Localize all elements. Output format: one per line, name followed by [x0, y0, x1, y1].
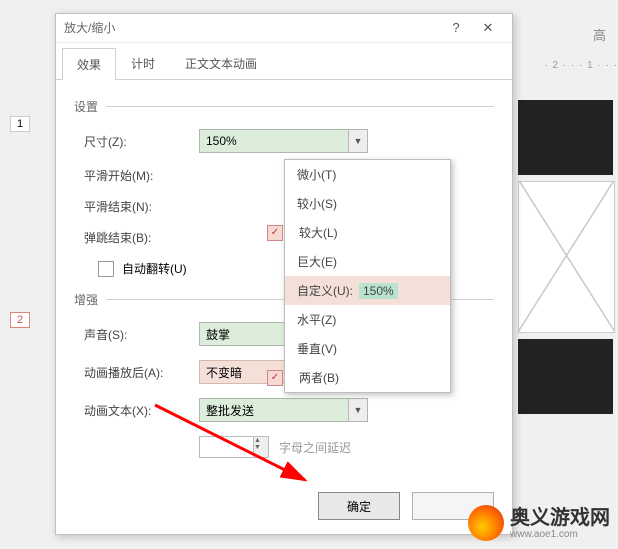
- help-button[interactable]: ?: [440, 14, 472, 42]
- check-icon: ✓: [267, 225, 283, 241]
- bounce-end-label: 弹跳结束(B):: [74, 229, 199, 246]
- ok-button[interactable]: 确定: [318, 492, 400, 520]
- sound-label: 声音(S):: [74, 326, 199, 343]
- dialog-title: 放大/缩小: [64, 14, 440, 42]
- dd-item-huge[interactable]: 巨大(E): [285, 247, 450, 276]
- section-enhance-label: 增强: [74, 291, 98, 308]
- chevron-down-icon: ▼: [348, 130, 367, 152]
- row-animtext: 动画文本(X): 整批发送 ▼: [74, 398, 494, 422]
- spinner-icon[interactable]: ▲▼: [253, 437, 268, 457]
- dd-item-horizontal[interactable]: 水平(Z): [285, 305, 450, 334]
- sound-value: 鼓掌: [206, 326, 230, 343]
- tab-text-animation[interactable]: 正文文本动画: [170, 47, 272, 79]
- logo-text: 奥义游戏网: [510, 507, 610, 529]
- flame-icon: [468, 505, 504, 541]
- ruler: · 2 · · · 1 · · ·: [544, 60, 618, 71]
- size-select[interactable]: 150% ▼: [199, 129, 368, 153]
- ribbon-hint: 高: [593, 25, 606, 44]
- dd-item-tiny[interactable]: 微小(T): [285, 160, 450, 189]
- dd-both-label: 两者(B): [299, 369, 339, 386]
- thumb-image-cross: [518, 181, 615, 333]
- slide-number-1[interactable]: 1: [10, 116, 30, 132]
- smooth-end-label: 平滑结束(N):: [74, 198, 199, 215]
- dd-item-vertical[interactable]: 垂直(V): [285, 334, 450, 363]
- check-icon: ✓: [267, 370, 283, 386]
- section-settings: 设置: [74, 98, 494, 115]
- slide-number-2[interactable]: 2: [10, 312, 30, 328]
- section-settings-label: 设置: [74, 98, 98, 115]
- animtext-value: 整批发送: [206, 402, 254, 419]
- logo-url: www.aoe1.com: [510, 529, 610, 540]
- autoreverse-checkbox[interactable]: [98, 261, 114, 277]
- dd-custom-label: 自定义(U):: [297, 282, 353, 299]
- dialog-tabs: 效果 计时 正文文本动画: [56, 47, 512, 80]
- autoreverse-label: 自动翻转(U): [122, 260, 187, 277]
- row-letterdelay: ▲▼ 字母之间延迟: [74, 436, 494, 458]
- dd-item-larger[interactable]: ✓ 较大(L): [285, 218, 450, 247]
- zoom-effect-dialog: 放大/缩小 ? ✕ 效果 计时 正文文本动画 设置 尺寸(Z): 150% ▼ …: [55, 13, 513, 535]
- animtext-label: 动画文本(X):: [74, 402, 199, 419]
- thumb-image-dark2: [518, 339, 613, 414]
- chevron-down-icon: ▼: [348, 399, 367, 421]
- dd-larger-label: 较大(L): [299, 224, 338, 241]
- tab-timing[interactable]: 计时: [116, 47, 170, 79]
- size-label: 尺寸(Z):: [74, 133, 199, 150]
- afterplay-value: 不变暗: [206, 364, 242, 381]
- dd-custom-value: 150%: [359, 283, 398, 299]
- row-size: 尺寸(Z): 150% ▼: [74, 129, 494, 153]
- slide-thumbnails-numbers: 1 2: [10, 116, 30, 508]
- slide-preview-area: [518, 100, 618, 420]
- dd-item-smaller[interactable]: 较小(S): [285, 189, 450, 218]
- size-dropdown: 微小(T) 较小(S) ✓ 较大(L) 巨大(E) 自定义(U): 150% 水…: [284, 159, 451, 393]
- size-value: 150%: [206, 134, 237, 148]
- smooth-start-label: 平滑开始(M):: [74, 167, 199, 184]
- tab-effect[interactable]: 效果: [62, 48, 116, 80]
- close-button[interactable]: ✕: [472, 14, 504, 42]
- watermark-logo: 奥义游戏网 www.aoe1.com: [468, 505, 610, 541]
- dd-item-custom[interactable]: 自定义(U): 150%: [285, 276, 450, 305]
- afterplay-label: 动画播放后(A):: [74, 364, 199, 381]
- dd-item-both[interactable]: ✓ 两者(B): [285, 363, 450, 392]
- dialog-titlebar: 放大/缩小 ? ✕: [56, 14, 512, 43]
- thumb-image-dark: [518, 100, 613, 175]
- animtext-select[interactable]: 整批发送 ▼: [199, 398, 368, 422]
- letterdelay-input[interactable]: ▲▼: [199, 436, 269, 458]
- letterdelay-hint: 字母之间延迟: [279, 439, 351, 456]
